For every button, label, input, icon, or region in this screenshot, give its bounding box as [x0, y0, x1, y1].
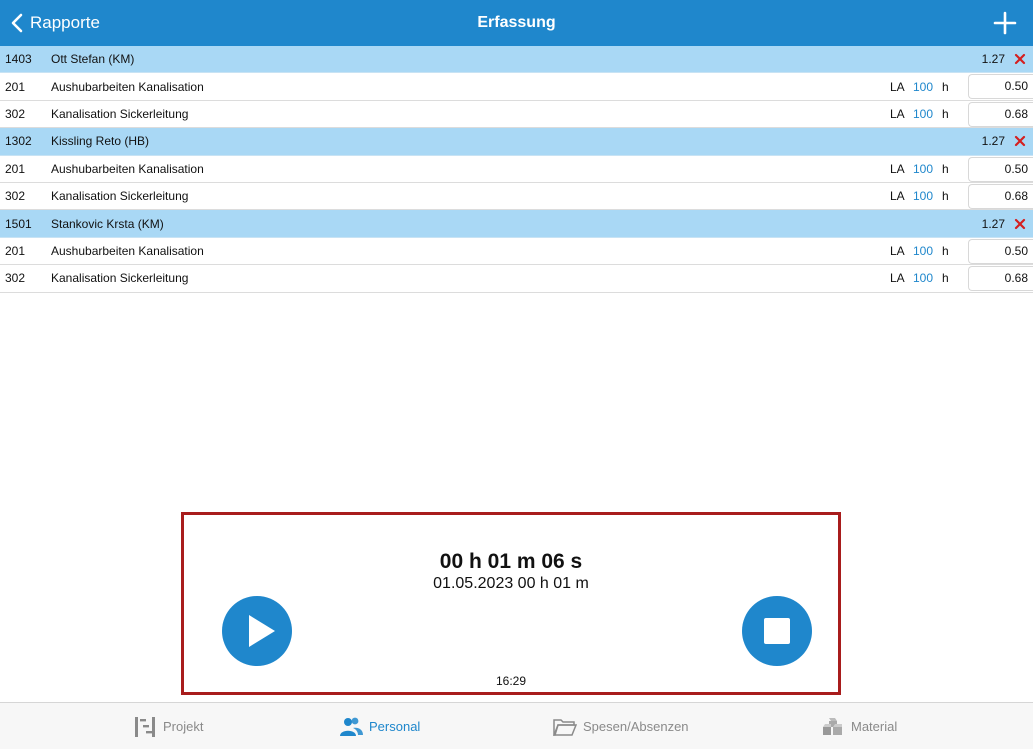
play-button[interactable]	[222, 596, 292, 666]
tab-spesen-absenzen[interactable]: Spesen/Absenzen	[553, 703, 689, 749]
employee-code: 1501	[5, 216, 32, 231]
hours-input[interactable]: 0.50	[968, 238, 1033, 264]
wage-percent-link[interactable]: 100	[913, 189, 933, 203]
unit-label: h	[942, 106, 949, 121]
chevron-left-icon	[11, 13, 23, 33]
task-code: 302	[5, 271, 26, 286]
elapsed-time: 00 h 01 m 06 s	[439, 550, 583, 573]
delete-icon[interactable]	[1014, 135, 1026, 147]
task-code: 201	[5, 161, 26, 176]
wage-percent-link[interactable]: 100	[913, 162, 933, 176]
unit-label: h	[942, 161, 949, 176]
top-bar: Rapporte Erfassung	[0, 0, 1033, 46]
wage-type-label: LA	[890, 243, 905, 258]
tab-label: Personal	[369, 719, 421, 734]
tab-material[interactable]: Material	[821, 703, 897, 749]
unit-label: h	[942, 243, 949, 258]
wage-type-label: LA	[890, 79, 905, 94]
entry-list: 1403 Ott Stefan (KM) 1.27 201 Aushubarbe…	[0, 46, 1033, 293]
folder-icon	[553, 718, 577, 736]
stop-button[interactable]	[742, 596, 812, 666]
employee-code: 1403	[5, 52, 32, 67]
task-name: Aushubarbeiten Kanalisation	[51, 161, 204, 176]
unit-label: h	[942, 189, 949, 204]
employee-name: Ott Stefan (KM)	[51, 52, 135, 67]
hours-input[interactable]: 0.68	[968, 101, 1033, 127]
task-code: 201	[5, 79, 26, 94]
task-name: Aushubarbeiten Kanalisation	[51, 79, 204, 94]
wage-type-label: LA	[890, 271, 905, 286]
project-icon	[135, 716, 155, 737]
tab-label: Projekt	[163, 719, 204, 734]
employee-total-hours: 1.27	[981, 216, 1005, 231]
wage-percent-link[interactable]: 100	[913, 244, 933, 258]
stop-icon	[764, 618, 790, 644]
task-name: Aushubarbeiten Kanalisation	[51, 243, 204, 258]
wage-percent-link[interactable]: 100	[913, 80, 933, 94]
wage-percent-link[interactable]: 100	[913, 107, 933, 121]
page-title: Erfassung	[477, 14, 556, 31]
app: Rapporte Erfassung 1403 Ott Stefan (KM) …	[0, 0, 1033, 749]
task-code: 302	[5, 106, 26, 121]
task-row: 201 Aushubarbeiten Kanalisation LA 100 h…	[0, 238, 1033, 266]
employee-name: Stankovic Krsta (KM)	[51, 216, 164, 231]
tab-bar: Projekt Personal Spesen/Absenzen Materia…	[0, 702, 1033, 749]
delete-icon[interactable]	[1014, 53, 1026, 65]
tab-projekt[interactable]: Projekt	[133, 703, 203, 749]
tab-personal[interactable]: Personal	[339, 703, 420, 749]
task-name: Kanalisation Sickerleitung	[51, 106, 189, 121]
task-row: 302 Kanalisation Sickerleitung LA 100 h …	[0, 265, 1033, 293]
tab-label: Spesen/Absenzen	[583, 719, 689, 734]
timer-date: 01.05.2023 00 h 01 m	[433, 575, 589, 592]
back-label: Rapporte	[30, 13, 100, 32]
delete-icon[interactable]	[1014, 218, 1026, 230]
boxes-icon	[823, 717, 842, 735]
tab-label: Material	[851, 719, 898, 734]
unit-label: h	[942, 271, 949, 286]
play-icon	[249, 615, 275, 647]
employee-row[interactable]: 1302 Kissling Reto (HB) 1.27	[0, 128, 1033, 156]
employee-total-hours: 1.27	[981, 52, 1005, 67]
clock-time: 16:29	[495, 674, 527, 688]
hours-input[interactable]: 0.50	[968, 156, 1033, 182]
task-row: 302 Kanalisation Sickerleitung LA 100 h …	[0, 183, 1033, 211]
task-code: 201	[5, 243, 26, 258]
wage-type-label: LA	[890, 161, 905, 176]
add-icon[interactable]	[993, 11, 1017, 35]
employee-total-hours: 1.27	[981, 134, 1005, 149]
employee-code: 1302	[5, 134, 32, 149]
wage-percent-link[interactable]: 100	[913, 271, 933, 285]
hours-input[interactable]: 0.68	[968, 183, 1033, 209]
task-row: 201 Aushubarbeiten Kanalisation LA 100 h…	[0, 73, 1033, 101]
hours-input[interactable]: 0.68	[968, 266, 1033, 292]
task-code: 302	[5, 189, 26, 204]
employee-name: Kissling Reto (HB)	[51, 134, 150, 149]
unit-label: h	[942, 79, 949, 94]
task-name: Kanalisation Sickerleitung	[51, 189, 189, 204]
employee-row[interactable]: 1501 Stankovic Krsta (KM) 1.27	[0, 210, 1033, 238]
hours-input[interactable]: 0.50	[968, 74, 1033, 100]
wage-type-label: LA	[890, 106, 905, 121]
task-row: 201 Aushubarbeiten Kanalisation LA 100 h…	[0, 156, 1033, 183]
task-row: 302 Kanalisation Sickerleitung LA 100 h …	[0, 101, 1033, 129]
employee-row[interactable]: 1403 Ott Stefan (KM) 1.27	[0, 46, 1033, 74]
people-icon	[340, 717, 363, 736]
wage-type-label: LA	[890, 189, 905, 204]
timer-panel: 00 h 01 m 06 s 01.05.2023 00 h 01 m 16:2…	[181, 512, 841, 695]
task-name: Kanalisation Sickerleitung	[51, 271, 189, 286]
back-button[interactable]: Rapporte	[10, 0, 100, 46]
